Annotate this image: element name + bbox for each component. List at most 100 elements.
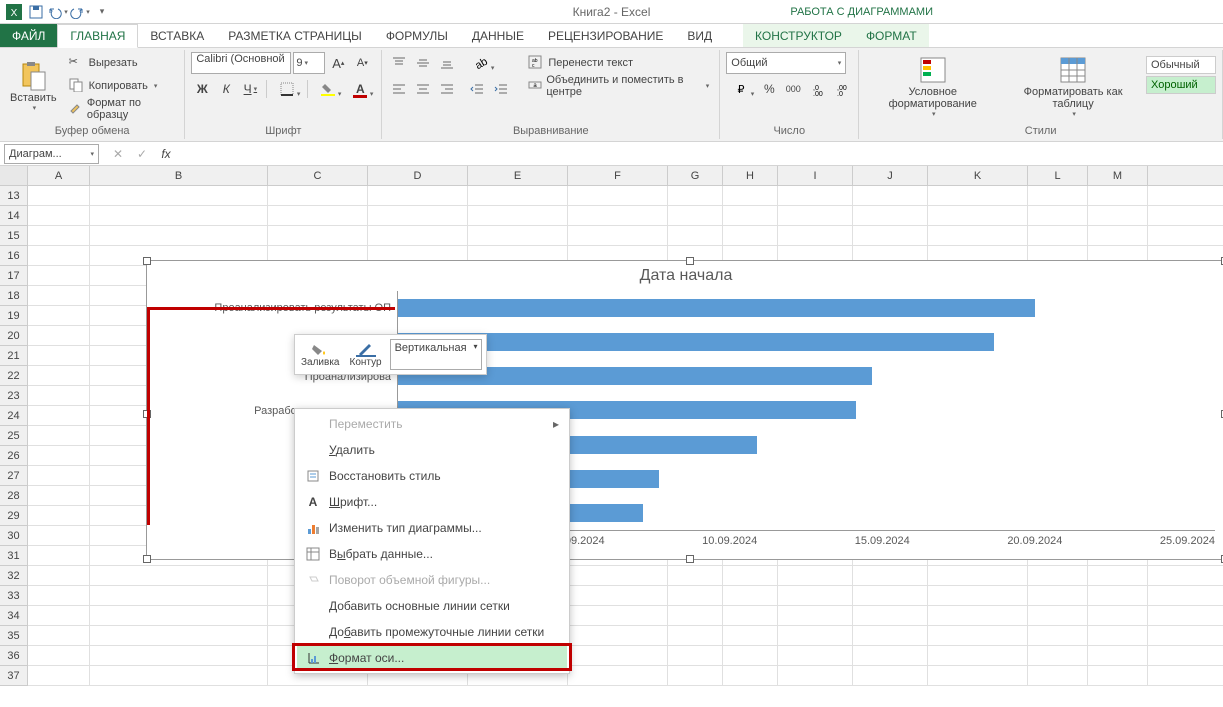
row-header-19[interactable]: 19 xyxy=(0,306,27,326)
mini-outline-button[interactable]: Контур xyxy=(348,339,384,370)
increase-indent-icon[interactable] xyxy=(490,78,512,100)
cancel-formula-icon[interactable]: ✕ xyxy=(107,143,129,165)
row-header-25[interactable]: 25 xyxy=(0,426,27,446)
col-header-K[interactable]: K xyxy=(928,166,1028,185)
col-header-M[interactable]: M xyxy=(1088,166,1148,185)
row-header-37[interactable]: 37 xyxy=(0,666,27,686)
tab-format[interactable]: ФОРМАТ xyxy=(854,24,929,47)
col-header-B[interactable]: B xyxy=(90,166,268,185)
font-color-icon[interactable]: А xyxy=(345,78,375,100)
row-header-18[interactable]: 18 xyxy=(0,286,27,306)
chart-title[interactable]: Дата начала xyxy=(147,261,1223,291)
enter-formula-icon[interactable]: ✓ xyxy=(131,143,153,165)
save-icon[interactable] xyxy=(26,2,46,22)
col-header-E[interactable]: E xyxy=(468,166,568,185)
mini-axis-dropdown[interactable]: Вертикальная xyxy=(390,339,482,370)
decrease-indent-icon[interactable] xyxy=(466,78,488,100)
chart-bar[interactable] xyxy=(398,299,1035,317)
name-box[interactable]: Диаграм...▾ xyxy=(4,144,99,164)
row-header-36[interactable]: 36 xyxy=(0,646,27,666)
menu-select-data[interactable]: Выбрать данные... xyxy=(297,541,567,567)
comma-icon[interactable]: 000 xyxy=(782,78,804,100)
row-header-20[interactable]: 20 xyxy=(0,326,27,346)
decrease-decimal-icon[interactable]: ,00,0 xyxy=(830,78,852,100)
paste-button[interactable]: Вставить ▾ xyxy=(6,52,61,120)
worksheet-grid[interactable]: ABCDEFGHIJKLM 13141516171819202122232425… xyxy=(0,166,1223,686)
col-header-J[interactable]: J xyxy=(853,166,928,185)
row-header-34[interactable]: 34 xyxy=(0,606,27,626)
decrease-font-icon[interactable]: A▾ xyxy=(351,52,373,74)
row-header-15[interactable]: 15 xyxy=(0,226,27,246)
fill-color-icon[interactable] xyxy=(313,78,343,100)
tab-data[interactable]: ДАННЫЕ xyxy=(460,24,536,47)
tab-review[interactable]: РЕЦЕНЗИРОВАНИЕ xyxy=(536,24,675,47)
italic-icon[interactable]: К xyxy=(215,78,237,100)
tab-page-layout[interactable]: РАЗМЕТКА СТРАНИЦЫ xyxy=(216,24,374,47)
col-header-G[interactable]: G xyxy=(668,166,723,185)
col-header-I[interactable]: I xyxy=(778,166,853,185)
select-all-corner[interactable] xyxy=(0,166,28,185)
row-header-13[interactable]: 13 xyxy=(0,186,27,206)
row-header-23[interactable]: 23 xyxy=(0,386,27,406)
style-good[interactable]: Хороший xyxy=(1146,76,1216,94)
wrap-text-button[interactable]: abcПеренести текст xyxy=(524,52,713,74)
chart-bar[interactable] xyxy=(398,333,994,351)
fx-icon[interactable]: fx xyxy=(155,143,177,165)
excel-icon[interactable]: X xyxy=(4,2,24,22)
row-header-24[interactable]: 24 xyxy=(0,406,27,426)
row-header-27[interactable]: 27 xyxy=(0,466,27,486)
font-name-input[interactable]: Calibri (Основной xyxy=(191,52,291,74)
format-painter-button[interactable]: Формат по образцу xyxy=(65,98,179,120)
row-header-17[interactable]: 17 xyxy=(0,266,27,286)
bold-icon[interactable]: Ж xyxy=(191,78,213,100)
align-top-icon[interactable] xyxy=(388,52,410,74)
redo-icon[interactable]: ▾ xyxy=(70,2,90,22)
row-header-35[interactable]: 35 xyxy=(0,626,27,646)
style-normal[interactable]: Обычный xyxy=(1146,56,1216,74)
col-header-L[interactable]: L xyxy=(1028,166,1088,185)
row-header-28[interactable]: 28 xyxy=(0,486,27,506)
row-header-14[interactable]: 14 xyxy=(0,206,27,226)
col-header-H[interactable]: H xyxy=(723,166,778,185)
menu-reset-style[interactable]: Восстановить стиль xyxy=(297,463,567,489)
percent-icon[interactable]: % xyxy=(758,78,780,100)
format-table-button[interactable]: Форматировать как таблицу▾ xyxy=(1004,52,1142,120)
row-header-22[interactable]: 22 xyxy=(0,366,27,386)
align-bottom-icon[interactable] xyxy=(436,52,458,74)
underline-icon[interactable]: Ч▾ xyxy=(239,78,261,100)
align-left-icon[interactable] xyxy=(388,78,410,100)
tab-home[interactable]: ГЛАВНАЯ xyxy=(57,24,138,48)
cut-button[interactable]: ✂Вырезать xyxy=(65,52,179,74)
number-format-dropdown[interactable]: Общий▾ xyxy=(726,52,846,74)
merge-button[interactable]: aОбъединить и поместить в центре▾ xyxy=(524,75,713,97)
tab-view[interactable]: ВИД xyxy=(675,24,724,47)
qat-customize-icon[interactable]: ▾ xyxy=(92,2,112,22)
font-size-input[interactable]: 9▾ xyxy=(293,52,325,74)
conditional-formatting-button[interactable]: Условное форматирование▾ xyxy=(865,52,1000,120)
col-header-F[interactable]: F xyxy=(568,166,668,185)
row-header-29[interactable]: 29 xyxy=(0,506,27,526)
mini-fill-button[interactable]: Заливка xyxy=(299,339,342,370)
increase-font-icon[interactable]: A▴ xyxy=(327,52,349,74)
increase-decimal-icon[interactable]: ,0,00 xyxy=(806,78,828,100)
tab-file[interactable]: ФАЙЛ xyxy=(0,24,57,47)
col-header-A[interactable]: A xyxy=(28,166,90,185)
tab-insert[interactable]: ВСТАВКА xyxy=(138,24,216,47)
formula-input[interactable] xyxy=(181,144,1223,164)
undo-icon[interactable]: ▾ xyxy=(48,2,68,22)
row-header-33[interactable]: 33 xyxy=(0,586,27,606)
copy-button[interactable]: Копировать▾ xyxy=(65,75,179,97)
row-header-32[interactable]: 32 xyxy=(0,566,27,586)
row-header-31[interactable]: 31 xyxy=(0,546,27,566)
menu-add-minor-gridlines[interactable]: Добавить промежуточные линии сетки xyxy=(297,619,567,645)
row-header-16[interactable]: 16 xyxy=(0,246,27,266)
row-header-21[interactable]: 21 xyxy=(0,346,27,366)
accounting-icon[interactable]: ₽ xyxy=(726,78,756,100)
tab-formulas[interactable]: ФОРМУЛЫ xyxy=(374,24,460,47)
menu-add-major-gridlines[interactable]: Добавить основные линии сетки xyxy=(297,593,567,619)
col-header-C[interactable]: C xyxy=(268,166,368,185)
menu-delete[interactable]: Удалить xyxy=(297,437,567,463)
menu-change-chart-type[interactable]: Изменить тип диаграммы... xyxy=(297,515,567,541)
cells[interactable]: Дата начала Проанализировать результаты … xyxy=(28,186,1223,686)
align-middle-icon[interactable] xyxy=(412,52,434,74)
